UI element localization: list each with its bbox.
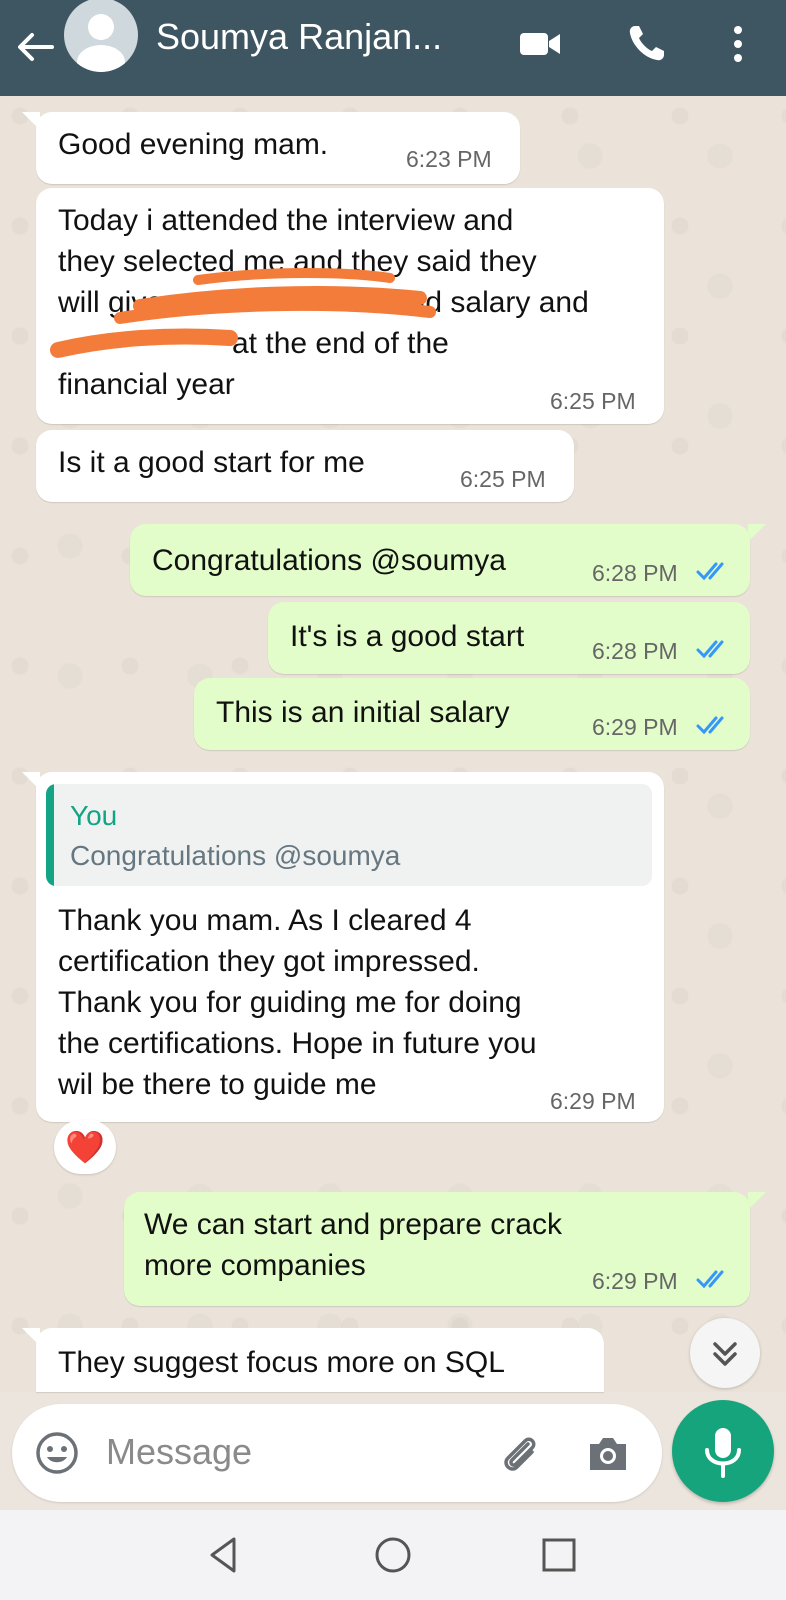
heart-reaction[interactable]: ❤️	[54, 1120, 116, 1174]
message-time: 6:28 PM	[592, 560, 678, 586]
video-call-icon[interactable]	[516, 20, 564, 68]
message-text: more companies	[144, 1249, 366, 1282]
arrow-left-icon[interactable]	[14, 26, 56, 68]
message-time: 6:29 PM	[550, 1088, 636, 1114]
message-input[interactable]	[104, 1426, 468, 1478]
message-incoming[interactable]: Today i attended the interview and they …	[36, 188, 664, 424]
message-time: 6:28 PM	[592, 638, 678, 664]
system-navbar	[0, 1510, 786, 1600]
message-text: Today i attended the interview and	[58, 204, 514, 237]
mic-button[interactable]	[672, 1400, 774, 1502]
message-text: the certifications. Hope in future you	[58, 1027, 537, 1060]
message-text: This is an initial salary	[216, 696, 510, 729]
double-chevron-down-icon	[713, 1342, 737, 1366]
read-ticks-icon	[696, 640, 724, 659]
message-text: Thank you mam. As I cleared 4	[58, 904, 472, 937]
message-outgoing[interactable]: We can start and prepare crack more comp…	[124, 1192, 750, 1306]
message-time: 6:25 PM	[460, 466, 546, 492]
message-text: certification they got impressed.	[58, 945, 480, 978]
scroll-to-bottom-button[interactable]	[690, 1318, 760, 1388]
nav-back-icon[interactable]	[200, 1532, 246, 1578]
read-ticks-icon	[696, 716, 724, 735]
avatar[interactable]	[64, 0, 138, 72]
message-time: 6:29 PM	[592, 1268, 678, 1294]
more-vert-icon[interactable]	[714, 20, 762, 68]
chat-header: Soumya Ranjan...	[0, 0, 786, 96]
paperclip-icon[interactable]	[496, 1430, 544, 1478]
emoji-icon[interactable]	[34, 1430, 80, 1476]
message-time: 6:25 PM	[550, 388, 636, 414]
message-outgoing[interactable]: Congratulations @soumya 6:28 PM	[130, 524, 750, 596]
message-outgoing[interactable]: It's is a good start 6:28 PM	[268, 602, 750, 674]
message-text: wil be there to guide me	[58, 1068, 377, 1101]
message-text: they selected me and they said they	[58, 245, 537, 278]
nav-recents-icon[interactable]	[536, 1532, 582, 1578]
message-text: Good evening mam.	[58, 128, 329, 161]
phone-icon[interactable]	[622, 20, 670, 68]
camera-icon[interactable]	[584, 1430, 632, 1478]
message-composer	[12, 1404, 662, 1502]
quote-text: Congratulations @soumya	[70, 840, 401, 871]
message-text: Thank you for guiding me for doing	[58, 986, 522, 1019]
message-text: and salary and	[392, 286, 589, 319]
read-ticks-icon	[696, 1270, 724, 1289]
message-incoming[interactable]: They suggest focus more on SQL	[36, 1328, 604, 1392]
message-text: We can start and prepare crack	[144, 1208, 562, 1241]
mic-icon	[705, 1428, 741, 1478]
message-text: Congratulations @soumya	[152, 544, 506, 577]
message-text: at the end of the	[232, 327, 449, 360]
quoted-message[interactable]: You Congratulations @soumya	[46, 784, 652, 886]
message-text: will give	[58, 286, 164, 319]
message-text: financial year	[58, 368, 235, 401]
message-time: 6:29 PM	[592, 714, 678, 740]
message-text: It's is a good start	[290, 620, 525, 653]
message-text: Is it a good start for me	[58, 446, 365, 479]
message-incoming[interactable]: Good evening mam. 6:23 PM	[36, 112, 520, 184]
message-text: They suggest focus more on SQL	[58, 1346, 505, 1379]
message-incoming[interactable]: Is it a good start for me 6:25 PM	[36, 430, 574, 502]
contact-name[interactable]: Soumya Ranjan...	[156, 16, 442, 58]
message-outgoing[interactable]: This is an initial salary 6:29 PM	[194, 678, 750, 750]
read-ticks-icon	[696, 562, 724, 581]
nav-home-icon[interactable]	[370, 1532, 416, 1578]
quote-author: You	[70, 800, 118, 831]
message-time: 6:23 PM	[406, 146, 492, 172]
